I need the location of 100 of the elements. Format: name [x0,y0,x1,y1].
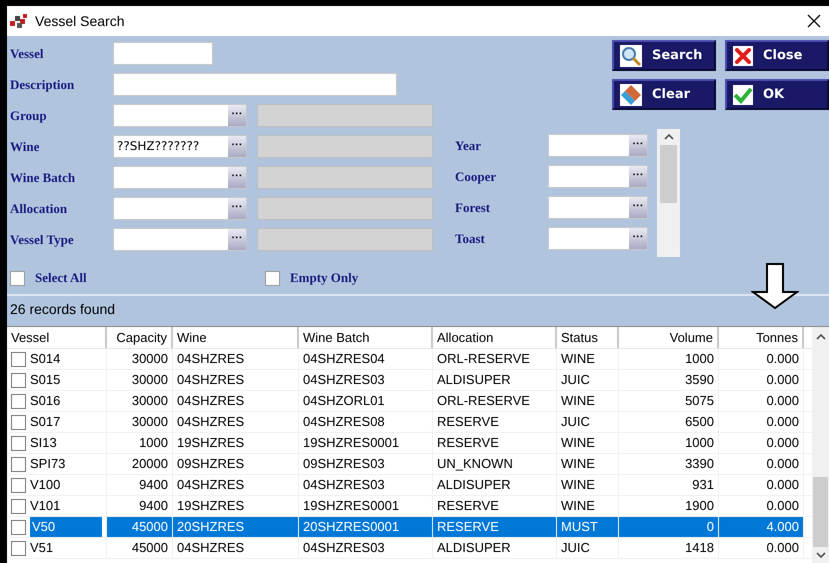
table-cell-text: ALDISUPER [437,371,511,390]
checkbox[interactable] [11,478,26,492]
magnifier-icon [620,44,642,66]
table-cell-text: WINE [561,497,595,516]
close-button[interactable]: Close [725,40,829,71]
lookup-field[interactable]: ??SHZ??????? ··· [113,135,247,158]
table-cell-text: 20000 [132,455,168,474]
search-button[interactable]: Search [612,40,716,71]
table-cell-text: 30000 [132,350,168,368]
table-cell-text: SPI73 [30,455,66,474]
table-cell-text: SI13 [30,434,57,452]
checkbox[interactable] [10,270,25,286]
table-cell-text: V100 [30,476,60,494]
lookup-field[interactable]: ··· [548,227,648,250]
table-cell-text: 6500 [685,413,714,432]
table-cell-text: 1000 [139,434,168,452]
table-cell-text: WINE [561,476,595,494]
lookup-field[interactable]: ··· [113,228,247,251]
checkbox[interactable] [11,394,26,408]
table-cell-text: 0.000 [766,371,799,390]
table-row[interactable]: V51 45000 04SHZRES 04SHZRES03 ALDISUPER JUIC 1418 0.000 [7,538,812,559]
browse-button[interactable]: ··· [228,105,246,126]
table-cell-text: 4.000 [766,518,799,536]
checkbox[interactable] [11,456,26,472]
table-row[interactable]: S016 30000 04SHZRES 04SHZORL01 ORL-RESERVE WINE 5075 0.000 [7,391,812,412]
scroll-up-icon[interactable] [816,333,826,341]
scroll-down-icon[interactable] [816,551,826,559]
close-icon [733,46,753,66]
table-cell-text: 0.000 [766,413,799,432]
scrollbar[interactable] [812,327,829,563]
table-cell-text: 5075 [685,392,714,410]
table-cell-text: JUIC [561,371,590,390]
checkbox-label: Empty Only [290,269,358,288]
table-cell-text: S017 [30,413,60,432]
table-cell-text: 20SHZRES0001 [303,518,400,536]
table-row[interactable]: V50 45000 20SHZRES 20SHZRES0001 RESERVE MUST 0 4.000 [7,517,812,538]
table-cell-text: ALDISUPER [437,539,511,558]
description-field[interactable] [113,73,397,96]
checkbox[interactable] [11,540,26,556]
browse-button[interactable]: ··· [629,135,647,156]
browse-button[interactable]: ··· [228,229,246,250]
table-cell-text: 30000 [132,392,168,410]
close-icon[interactable] [807,14,821,28]
lookup-field[interactable]: ··· [113,197,247,220]
table-row[interactable]: S017 30000 04SHZRES 04SHZRES08 RESERVE JUIC 6500 0.000 [7,412,812,433]
checkbox[interactable] [11,436,26,450]
checkbox[interactable] [265,270,280,286]
table-row[interactable]: V100 9400 04SHZRES 04SHZRES03 ALDISUPER WINE 931 0.000 [7,475,812,496]
field-label: Description [10,76,76,94]
vessel-field[interactable] [113,42,213,65]
table-cell-text: ORL-RESERVE [437,350,530,368]
browse-button[interactable]: ··· [629,166,647,187]
table-row[interactable]: SPI73 20000 09SHZRES 09SHZRES03 UN_KNOWN WINE 3390 0.000 [7,454,812,475]
table-cell-text: 04SHZRES [177,371,244,390]
table-cell-text: 04SHZRES [177,392,244,410]
table-cell-text: 04SHZRES04 [303,350,385,368]
table-cell-text: UN_KNOWN [437,455,513,474]
table-cell-text: 1000 [685,434,714,452]
table-cell-text: 0.000 [766,350,799,368]
table-row[interactable]: S015 30000 04SHZRES 04SHZRES03 ALDISUPER JUIC 3590 0.000 [7,370,812,391]
browse-button[interactable]: ··· [228,136,246,157]
checkmark-icon [733,84,753,104]
table-cell-text: 04SHZRES03 [303,371,385,390]
table-cell-text: ALDISUPER [437,476,511,494]
scrollbar[interactable] [657,129,680,257]
table-cell-text: 04SHZRES08 [303,413,385,432]
table-cell-text: RESERVE [437,413,499,432]
ok-button[interactable]: OK [725,79,829,110]
table-cell-text: 0.000 [766,476,799,494]
checkbox[interactable] [11,498,26,514]
browse-button[interactable]: ··· [629,228,647,249]
table-cell-text: 19SHZRES0001 [303,434,400,452]
lookup-field[interactable]: ··· [113,104,247,127]
checkbox[interactable] [11,520,26,534]
browse-button[interactable]: ··· [228,167,246,188]
field-label: Vessel Type [10,230,75,249]
clear-button[interactable]: Clear [612,79,716,110]
field-label: Wine [10,138,40,156]
table-cell-text: 04SHZRES [177,476,244,494]
checkbox[interactable] [11,414,26,430]
eraser-icon [620,84,642,106]
table-row[interactable]: S014 30000 04SHZRES 04SHZRES04 ORL-RESERVE WINE 1000 0.000 [7,349,812,370]
field-label: Cooper [455,168,498,186]
table-cell-text: 1418 [685,539,714,558]
checkbox[interactable] [11,352,26,366]
scroll-up-icon[interactable] [664,133,674,141]
table-cell-text: WINE [561,455,595,474]
lookup-field[interactable]: ··· [548,196,648,219]
lookup-field[interactable]: ··· [113,166,247,189]
down-arrow-icon [751,262,799,310]
lookup-field[interactable]: ··· [548,134,648,157]
lookup-field[interactable]: ··· [548,165,648,188]
table-cell-text: S016 [30,392,60,410]
table-cell-text: 3590 [685,371,714,390]
field-label: Toast [455,230,486,248]
browse-button[interactable]: ··· [629,197,647,218]
checkbox[interactable] [11,372,26,388]
table-row[interactable]: SI13 1000 19SHZRES 19SHZRES0001 RESERVE WINE 1000 0.000 [7,433,812,454]
table-cell-text: 19SHZRES [177,497,244,516]
browse-button[interactable]: ··· [228,198,246,219]
